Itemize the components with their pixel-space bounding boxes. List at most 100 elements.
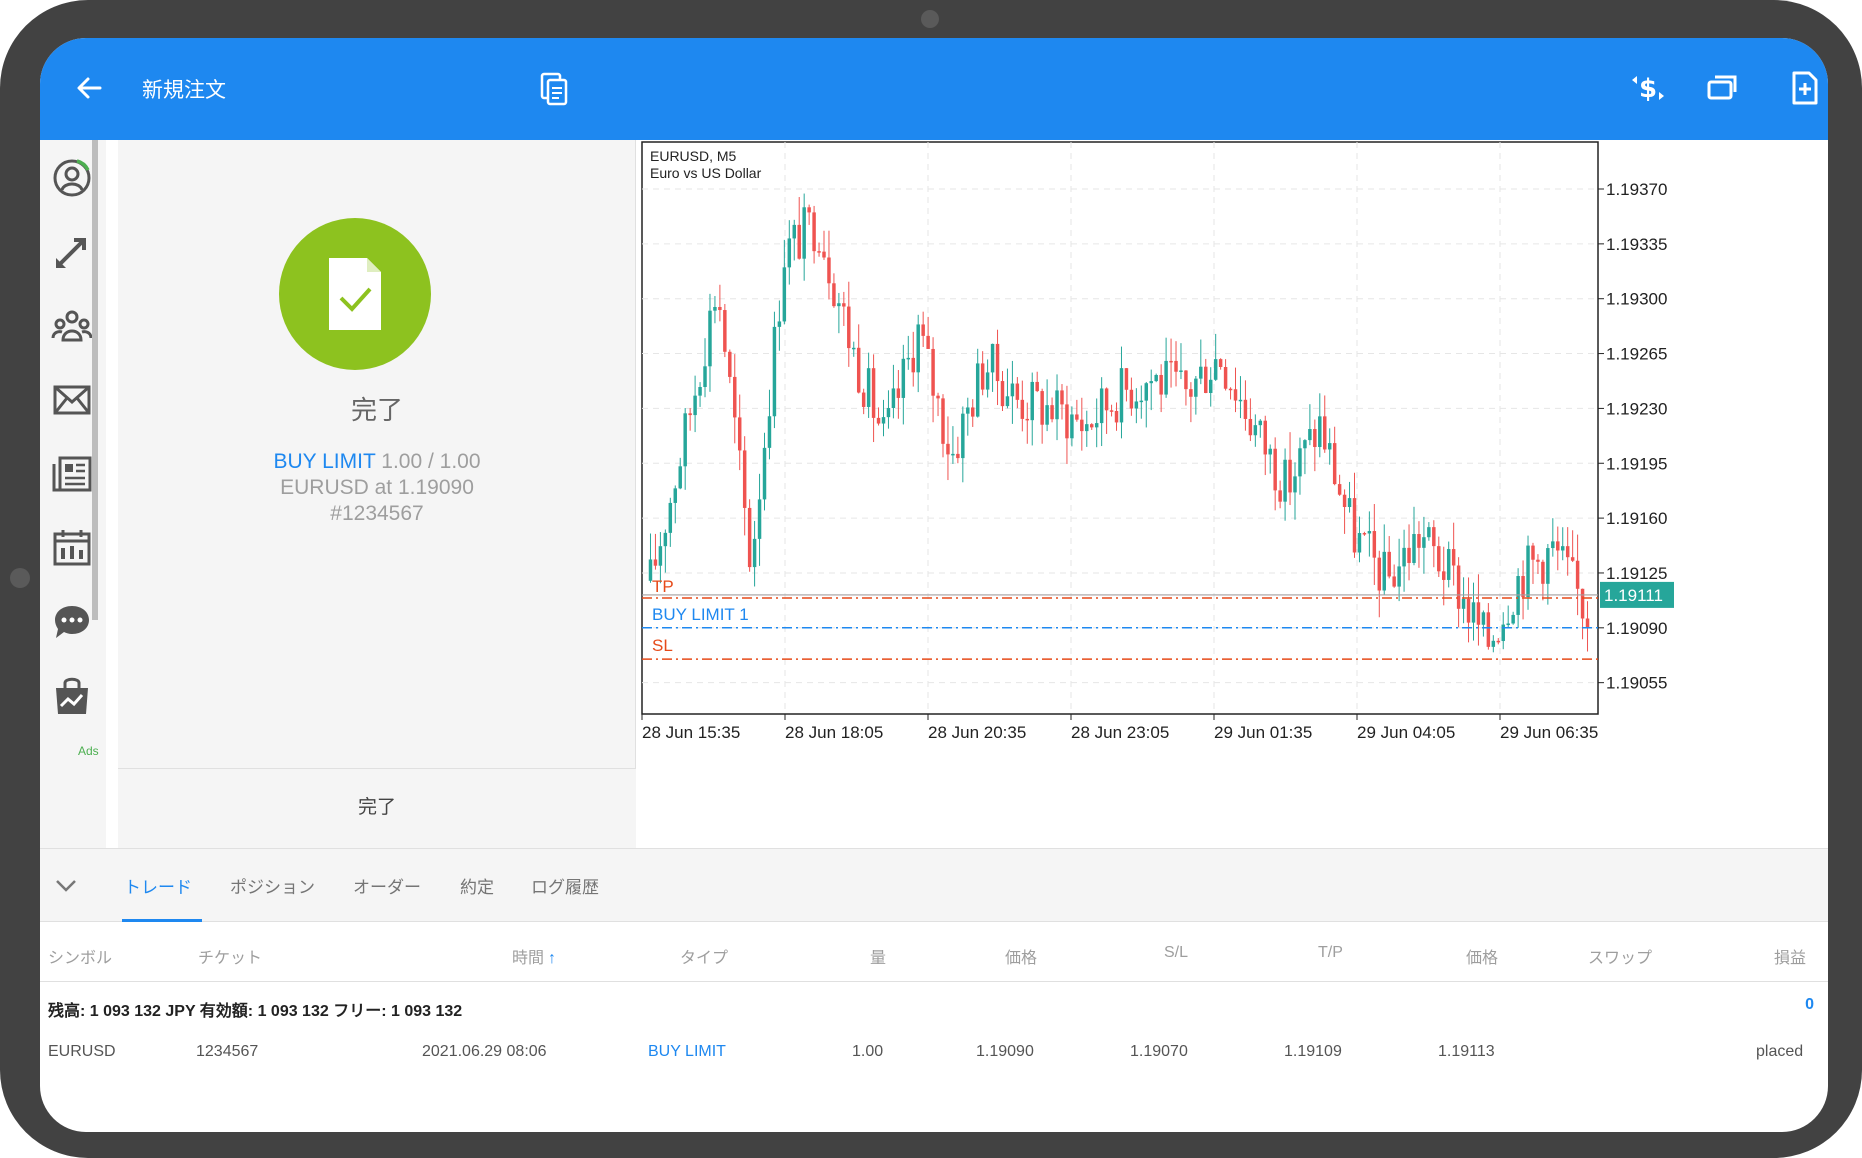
candle-body <box>752 538 757 568</box>
back-arrow-icon[interactable] <box>70 68 110 108</box>
chevron-down-icon[interactable] <box>50 869 82 901</box>
chart-canvas[interactable]: 1.19370 1.19335 1.19300 1.19265 1.19230 1.191… <box>636 140 1828 848</box>
market-bag-icon[interactable] <box>50 674 94 718</box>
candle-body <box>1179 370 1183 372</box>
col-sl[interactable]: S/L <box>1164 944 1188 962</box>
time-tick-label: 28 Jun 20:35 <box>928 723 1026 742</box>
col-time[interactable]: 時間 ↑ <box>512 944 556 968</box>
candle-body <box>1238 399 1243 402</box>
candle-body <box>966 407 970 414</box>
candle-body <box>891 388 896 409</box>
candle-body <box>822 251 826 258</box>
candle-body <box>1387 551 1391 577</box>
price-chart[interactable]: 1.19370 1.19335 1.19300 1.19265 1.19230 1.191… <box>636 140 1828 848</box>
tab-deals[interactable]: 約定 <box>460 873 494 898</box>
candle-body <box>1318 416 1322 447</box>
community-icon[interactable] <box>50 304 94 348</box>
candle-body <box>1323 416 1327 450</box>
window-icon[interactable] <box>1702 68 1742 108</box>
candle-body <box>757 499 762 539</box>
candle-body <box>1263 420 1267 455</box>
col-profit[interactable]: 損益 <box>1774 944 1806 968</box>
candle-body <box>1194 378 1198 397</box>
tab-log-history[interactable]: ログ履歴 <box>531 873 599 898</box>
account-icon[interactable] <box>50 156 94 200</box>
price-tick-label: 1.19370 <box>1606 180 1667 199</box>
candle-body <box>951 453 955 456</box>
col-price[interactable]: 価格 <box>1005 944 1037 968</box>
candle-body <box>896 388 901 398</box>
candle-body <box>956 453 960 459</box>
candle-body <box>782 267 787 322</box>
new-document-icon[interactable] <box>1784 68 1824 108</box>
time-tick-label: 29 Jun 04:05 <box>1357 723 1455 742</box>
candle-body <box>787 238 792 268</box>
cell-ticket: 1234567 <box>196 1043 259 1060</box>
candle-body <box>1010 383 1015 397</box>
candle-body <box>936 395 940 399</box>
done-button[interactable]: 完了 <box>118 768 636 848</box>
candle-body <box>777 321 782 327</box>
candle-body <box>718 306 722 311</box>
tab-positions[interactable]: ポジション <box>230 873 315 898</box>
order-volume: 1.00 / 1.00 <box>381 450 481 473</box>
calendar-icon[interactable] <box>50 526 94 570</box>
col-swap[interactable]: スワップ <box>1588 944 1652 968</box>
candle-body <box>1213 359 1218 380</box>
col-symbol[interactable]: シンボル <box>48 944 112 968</box>
trade-icon[interactable] <box>50 230 94 274</box>
cell-tp: 1.19109 <box>1284 1043 1342 1060</box>
candle-body <box>1094 423 1099 428</box>
order-label: BUY LIMIT 1 <box>652 605 749 624</box>
tp-label: TP <box>652 577 674 596</box>
tablet-frame: 新規注文 $ Ads 完了 BUY LIMIT 1.00 / 1.00 EURU… <box>0 0 1862 1158</box>
candle-body <box>1362 533 1367 535</box>
candle-body <box>762 447 767 500</box>
candle-body <box>1461 598 1466 609</box>
price-tick-label: 1.19125 <box>1606 564 1667 583</box>
candle-body <box>871 368 876 418</box>
candle-body <box>797 224 801 259</box>
sidebar-scrollbar[interactable] <box>92 140 98 620</box>
candle-body <box>1109 410 1114 412</box>
candle-body <box>856 347 861 393</box>
candle-body <box>1422 537 1426 548</box>
candle-body <box>847 306 851 349</box>
candle-body <box>1085 424 1089 432</box>
candle-body <box>1268 448 1272 455</box>
candle-body <box>1451 549 1456 566</box>
candle-body <box>812 212 816 252</box>
chat-icon[interactable] <box>50 600 94 644</box>
tab-orders[interactable]: オーダー <box>353 873 421 898</box>
candle-body <box>1154 374 1158 382</box>
col-tp[interactable]: T/P <box>1318 944 1343 962</box>
candle-body <box>1541 561 1545 584</box>
app-bar: 新規注文 $ <box>40 38 1828 140</box>
candle-body <box>852 347 856 350</box>
currency-exchange-icon[interactable]: $ <box>1628 68 1668 108</box>
col-ticket[interactable]: チケット <box>198 944 262 968</box>
candle-body <box>663 532 668 547</box>
candle-body <box>1035 381 1039 392</box>
candle-body <box>1556 541 1560 551</box>
candle-body <box>1560 546 1565 551</box>
col-current-price[interactable]: 価格 <box>1466 944 1498 968</box>
tab-trade[interactable]: トレード <box>124 873 192 898</box>
document-icon[interactable] <box>534 68 574 108</box>
candle-body <box>1402 547 1406 567</box>
col-type[interactable]: タイプ <box>680 944 728 968</box>
candle-body <box>1546 548 1550 584</box>
candle-body <box>1139 400 1144 403</box>
sort-arrow-icon: ↑ <box>548 950 557 967</box>
price-tick-label: 1.19195 <box>1606 454 1667 473</box>
candle-body <box>1253 425 1258 436</box>
candle-body <box>906 357 911 360</box>
news-icon[interactable] <box>50 452 94 496</box>
candle-body <box>1129 389 1134 409</box>
candle-body <box>1476 602 1481 625</box>
col-volume[interactable]: 量 <box>870 944 886 968</box>
current-price-label: 1.19111 <box>1604 586 1663 605</box>
candle-body <box>931 348 935 396</box>
mail-icon[interactable] <box>50 378 94 422</box>
candle-body <box>1060 390 1064 405</box>
